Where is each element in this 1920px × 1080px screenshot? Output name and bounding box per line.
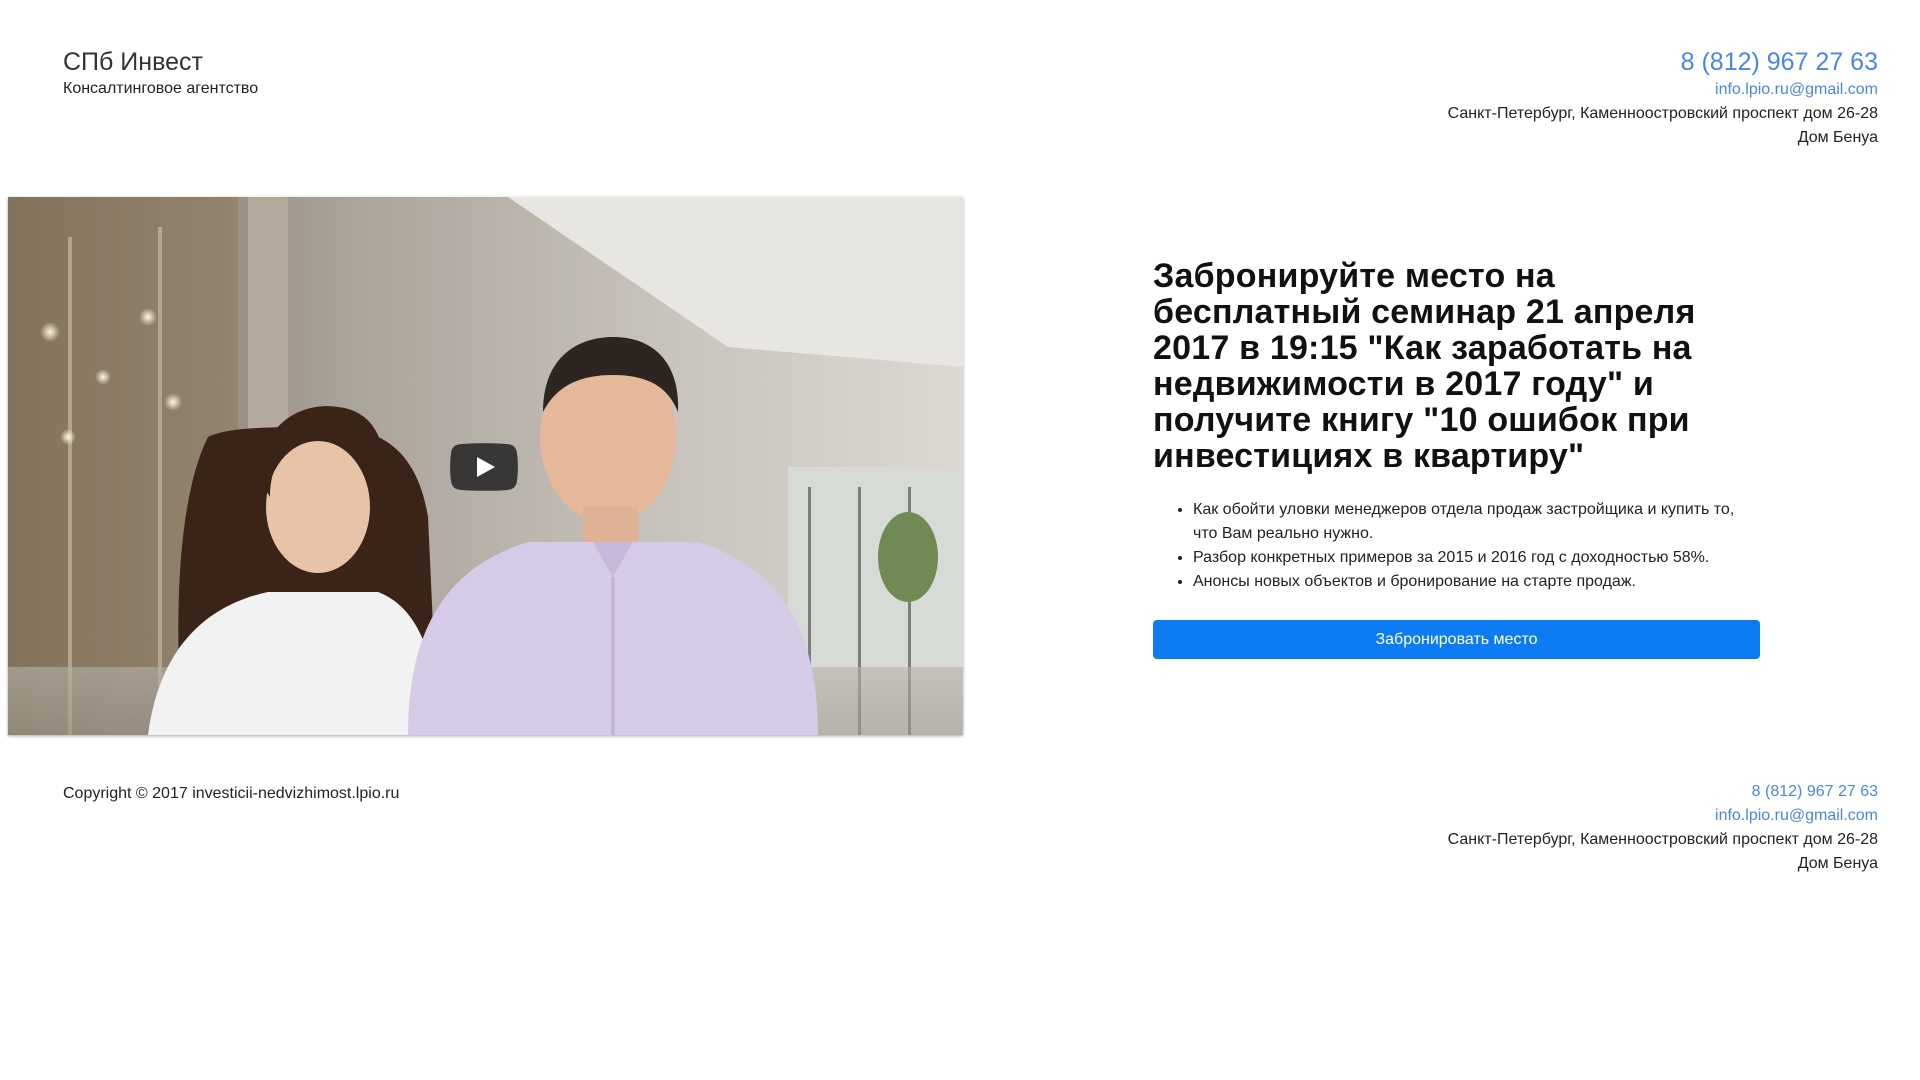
video-player[interactable] [8, 197, 963, 735]
header-contacts: 8 (812) 967 27 63 info.lpio.ru@gmail.com… [1448, 46, 1878, 150]
header-email-link[interactable]: info.lpio.ru@gmail.com [1448, 78, 1878, 102]
header-address: Санкт-Петербург, Каменноостровский просп… [1447, 105, 1878, 122]
benefit-item: Как обойти уловки менеджеров отдела прод… [1193, 498, 1763, 546]
landing-page: СПб Инвест Консалтинговое агентство 8 (8… [0, 0, 1920, 1080]
header-phone-link[interactable]: 8 (812) 967 27 63 [1448, 46, 1878, 78]
brand-subtitle: Консалтинговое агентство [63, 80, 259, 97]
play-button[interactable] [450, 443, 518, 491]
book-seat-button[interactable]: Забронировать место [1153, 620, 1760, 659]
benefit-item: Анонсы новых объектов и бронирование на … [1193, 570, 1763, 594]
footer-contacts: 8 (812) 967 27 63 info.lpio.ru@gmail.com… [1448, 780, 1878, 876]
footer-address: Санкт-Петербург, Каменноостровский просп… [1447, 831, 1878, 848]
offer-section: Забронируйте место на бесплатный семинар… [1153, 258, 1763, 659]
brand-name: СПб Инвест [63, 48, 203, 76]
brand-block: СПб Инвест Консалтинговое агентство [63, 46, 258, 100]
offer-title: Забронируйте место на бесплатный семинар… [1153, 257, 1696, 475]
play-icon [450, 443, 518, 491]
footer-email-link[interactable]: info.lpio.ru@gmail.com [1448, 804, 1878, 828]
footer-address-building: Дом Бенуа [1797, 855, 1878, 872]
header-address-building: Дом Бенуа [1797, 129, 1878, 146]
copyright: Copyright © 2017 investicii-nedvizhimost… [63, 785, 400, 802]
benefit-item: Разбор конкретных примеров за 2015 и 201… [1193, 546, 1763, 570]
footer-phone-link[interactable]: 8 (812) 967 27 63 [1448, 780, 1878, 804]
benefits-list: Как обойти уловки менеджеров отдела прод… [1153, 498, 1763, 594]
